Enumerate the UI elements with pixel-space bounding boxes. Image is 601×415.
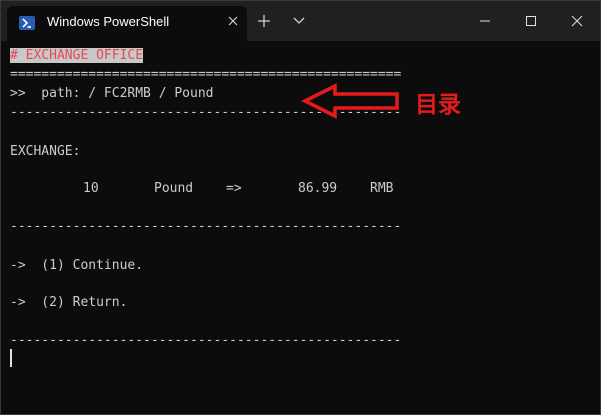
double-rule: ========================================… (10, 67, 402, 82)
plus-icon[interactable] (255, 12, 273, 30)
minimize-icon (480, 20, 490, 22)
section-label: EXCHANGE: (10, 144, 81, 159)
annotation-arrow-icon (301, 83, 399, 119)
minimize-button[interactable] (462, 1, 508, 41)
exchange-arrow: => (226, 181, 242, 196)
option-continue: -> (1) Continue. (10, 258, 144, 273)
close-icon (571, 15, 583, 27)
tab-powershell[interactable]: Windows PowerShell (7, 6, 247, 41)
path-line: >> path: / FC2RMB / Pound (10, 86, 214, 101)
exchange-result: 86.99 (298, 181, 338, 196)
exchange-from-currency: Pound (154, 181, 194, 196)
maximize-button[interactable] (508, 1, 554, 41)
single-rule: ----------------------------------------… (10, 219, 402, 234)
tab-title: Windows PowerShell (47, 14, 170, 29)
close-window-button[interactable] (554, 1, 600, 41)
option-return: -> (2) Return. (10, 295, 128, 310)
exchange-amount: 10 (83, 181, 99, 196)
header-text: # EXCHANGE OFFICE (10, 48, 144, 63)
terminal-output[interactable]: # EXCHANGE OFFICE ======================… (1, 41, 600, 414)
title-bar[interactable]: Windows PowerShell (1, 1, 600, 41)
text-cursor (10, 349, 12, 367)
powershell-icon (19, 16, 35, 30)
close-icon[interactable] (225, 13, 241, 29)
terminal-window: Windows PowerShell # EXCHANGE OFFICE ===… (0, 0, 601, 415)
chevron-down-icon[interactable] (291, 14, 307, 28)
exchange-to-currency: RMB (370, 181, 394, 196)
annotation-label: 目录 (415, 92, 461, 118)
single-rule: ----------------------------------------… (10, 333, 402, 348)
header-line: # EXCHANGE OFFICE (10, 47, 144, 64)
maximize-icon (526, 16, 536, 26)
